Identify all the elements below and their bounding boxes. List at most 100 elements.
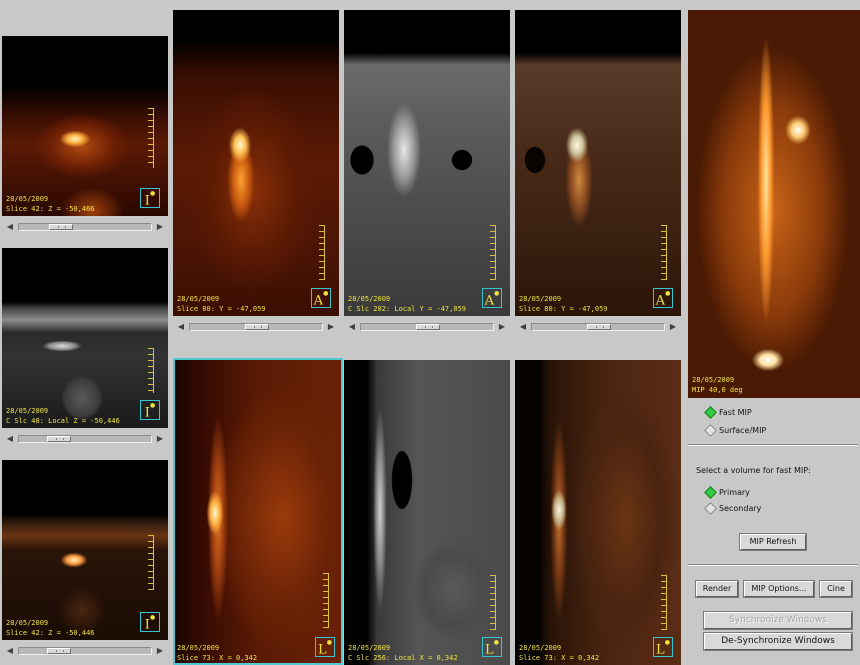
slice-info: Slice 80: Y = -47,059: [177, 305, 266, 313]
volume-prompt: Select a volume for fast MIP:: [696, 466, 811, 475]
arrow-left-icon[interactable]: ◀: [517, 321, 529, 333]
axial-ct-slice-scrollbar[interactable]: ◀ ▶: [2, 432, 168, 446]
scroll-track[interactable]: [531, 323, 665, 331]
coronal-ct-viewport[interactable]: 28/05/2009 C Slc 202: Local Y = -47,059 …: [344, 10, 510, 316]
slice-info: C Slc 48: Local Z = -50,446: [6, 417, 120, 425]
scroll-track[interactable]: [189, 323, 323, 331]
scroll-thumb[interactable]: [49, 224, 73, 230]
arrow-right-icon[interactable]: ▶: [667, 321, 679, 333]
mip-control-panel: Fast MIP Surface/MIP Select a volume for…: [686, 400, 860, 665]
render-button[interactable]: Render: [695, 580, 739, 598]
mip-angle-info: MIP 40,0 deg: [692, 386, 743, 394]
orientation-marker-icon[interactable]: A●: [653, 288, 673, 308]
radio-selected-icon[interactable]: [704, 406, 717, 419]
arrow-left-icon[interactable]: ◀: [4, 221, 16, 233]
radio-unselected-icon[interactable]: [704, 424, 717, 437]
mip-options-button[interactable]: MIP Options...: [743, 580, 815, 598]
orientation-marker-icon[interactable]: I●: [140, 188, 160, 208]
scroll-thumb[interactable]: [47, 436, 71, 442]
scale-ruler: [146, 535, 154, 590]
secondary-volume-radio[interactable]: Secondary: [704, 502, 762, 515]
orientation-marker-icon[interactable]: I●: [140, 612, 160, 632]
fast-mip-radio[interactable]: Fast MIP: [704, 406, 752, 419]
arrow-left-icon[interactable]: ◀: [175, 321, 187, 333]
scroll-thumb[interactable]: [245, 324, 269, 330]
slice-info: C Slc 202: Local Y = -47,059: [348, 305, 467, 313]
arrow-left-icon[interactable]: ◀: [346, 321, 358, 333]
synchronize-windows-button[interactable]: Synchronize Windows: [703, 611, 853, 630]
primary-volume-radio[interactable]: Primary: [704, 486, 750, 499]
slice-info: Slice 73: X = 0,342: [177, 654, 258, 662]
scroll-track[interactable]: [360, 323, 494, 331]
coronal-fusion-viewport[interactable]: 28/05/2009 Slice 80: Y = -47,059 A●: [515, 10, 681, 316]
scroll-track[interactable]: [18, 223, 152, 231]
scale-ruler: [146, 108, 154, 168]
orientation-marker-icon[interactable]: L●: [482, 637, 502, 657]
orientation-marker-icon[interactable]: I●: [140, 400, 160, 420]
scroll-thumb[interactable]: [587, 324, 611, 330]
radio-label: Primary: [719, 488, 750, 497]
de-synchronize-windows-button[interactable]: De-Synchronize Windows: [703, 632, 853, 651]
sagittal-pet-viewport[interactable]: 28/05/2009 Slice 73: X = 0,342 L●: [173, 358, 343, 665]
axial-fusion-slice-scrollbar[interactable]: ◀ ▶: [2, 644, 168, 658]
coronal-pet-viewport[interactable]: 28/05/2009 Slice 80: Y = -47,059 A●: [173, 10, 339, 316]
scale-ruler: [317, 225, 325, 280]
coronal-pet-slice-scrollbar[interactable]: ◀ ▶: [173, 320, 339, 334]
slice-info: Slice 42: Z = -50,466: [6, 205, 95, 213]
arrow-right-icon[interactable]: ▶: [496, 321, 508, 333]
arrow-right-icon[interactable]: ▶: [325, 321, 337, 333]
scale-ruler: [659, 575, 667, 630]
divider: [688, 564, 858, 566]
axial-pet-slice-scrollbar[interactable]: ◀ ▶: [2, 220, 168, 234]
slice-info: Slice 73: X = 0,342: [519, 654, 600, 662]
radio-label: Secondary: [719, 504, 762, 513]
scale-ruler: [659, 225, 667, 280]
scroll-track[interactable]: [18, 435, 152, 443]
coronal-fusion-slice-scrollbar[interactable]: ◀ ▶: [515, 320, 681, 334]
orientation-marker-icon[interactable]: A●: [311, 288, 331, 308]
study-date: 28/05/2009: [348, 295, 391, 303]
study-date: 28/05/2009: [6, 407, 49, 415]
axial-fusion-viewport[interactable]: 28/05/2009 Slice 42: Z = -50,446 I●: [2, 460, 168, 640]
radio-unselected-icon[interactable]: [704, 502, 717, 515]
orientation-marker-icon[interactable]: A●: [482, 288, 502, 308]
study-date: 28/05/2009: [519, 295, 562, 303]
surface-mip-radio[interactable]: Surface/MIP: [704, 424, 767, 437]
coronal-ct-slice-scrollbar[interactable]: ◀ ▶: [344, 320, 510, 334]
scale-ruler: [321, 573, 329, 628]
study-date: 28/05/2009: [6, 195, 49, 203]
arrow-right-icon[interactable]: ▶: [154, 221, 166, 233]
scale-ruler: [146, 348, 154, 393]
scroll-thumb[interactable]: [416, 324, 440, 330]
orientation-marker-icon[interactable]: L●: [653, 637, 673, 657]
divider: [688, 444, 858, 446]
arrow-left-icon[interactable]: ◀: [4, 645, 16, 657]
arrow-right-icon[interactable]: ▶: [154, 433, 166, 445]
scale-ruler: [488, 225, 496, 280]
orientation-marker-icon[interactable]: L●: [315, 637, 335, 657]
radio-selected-icon[interactable]: [704, 486, 717, 499]
arrow-right-icon[interactable]: ▶: [154, 645, 166, 657]
study-date: 28/05/2009: [6, 619, 49, 627]
radio-label: Surface/MIP: [719, 426, 767, 435]
study-date: 28/05/2009: [519, 644, 562, 652]
radio-label: Fast MIP: [719, 408, 752, 417]
scroll-thumb[interactable]: [47, 648, 71, 654]
sagittal-ct-viewport[interactable]: 28/05/2009 C Slc 256: Local X = 0,342 L●: [344, 360, 510, 665]
sagittal-fusion-viewport[interactable]: 28/05/2009 Slice 73: X = 0,342 L●: [515, 360, 681, 665]
cine-button[interactable]: Cine: [819, 580, 853, 598]
mip-refresh-button[interactable]: MIP Refresh: [739, 533, 807, 551]
slice-info: Slice 80: Y = -47,059: [519, 305, 608, 313]
study-date: 28/05/2009: [692, 376, 735, 384]
study-date: 28/05/2009: [177, 295, 220, 303]
study-date: 28/05/2009: [348, 644, 391, 652]
axial-ct-viewport[interactable]: 28/05/2009 C Slc 48: Local Z = -50,446 I…: [2, 248, 168, 428]
mip-viewport[interactable]: 28/05/2009 MIP 40,0 deg: [688, 10, 860, 398]
study-date: 28/05/2009: [177, 644, 220, 652]
scale-ruler: [488, 575, 496, 630]
slice-info: Slice 42: Z = -50,446: [6, 629, 95, 637]
slice-info: C Slc 256: Local X = 0,342: [348, 654, 458, 662]
arrow-left-icon[interactable]: ◀: [4, 433, 16, 445]
scroll-track[interactable]: [18, 647, 152, 655]
axial-pet-viewport[interactable]: 28/05/2009 Slice 42: Z = -50,466 I●: [2, 36, 168, 216]
